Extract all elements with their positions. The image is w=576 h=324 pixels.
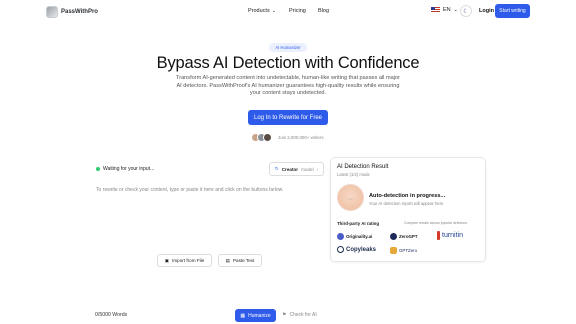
clipboard-icon: ▤ <box>225 257 230 263</box>
ai-humanizer-badge: AI Humanizer <box>269 43 307 52</box>
moon-icon: ☾ <box>463 8 469 15</box>
status-dot-icon <box>96 167 100 171</box>
detector-gptzero: GPTZero <box>390 247 417 254</box>
status-text: Waiting for your input... <box>103 166 155 172</box>
gptzero-logo-icon <box>390 247 397 254</box>
detector-zerogpt: ZeroGPT <box>390 233 418 240</box>
model-selector[interactable]: ↻ Creator model › <box>269 162 324 176</box>
copyleaks-logo-icon <box>337 246 344 253</box>
humanize-icon: ▦ <box>240 312 246 319</box>
page-title: Bypass AI Detection with Confidence <box>156 54 420 72</box>
detector-originality: Originality.ai <box>337 233 372 240</box>
chevron-right-icon: › <box>316 166 319 172</box>
import-label: Import from File <box>172 258 205 263</box>
nav-products-label: Products <box>248 8 270 14</box>
detector-label: Copyleaks <box>346 246 377 253</box>
import-file-button[interactable]: ▣ Import from File <box>157 254 212 267</box>
nav-products[interactable]: Products ⌄ <box>248 8 276 14</box>
zerogpt-logo-icon <box>390 233 397 240</box>
face-avatar-icon: ◡ <box>337 184 364 211</box>
detector-label: turnitin <box>442 232 464 239</box>
check-for-ai-button[interactable]: ⚑ Check for AI <box>282 312 317 318</box>
users-count-text: Join 2,000,000+ writers <box>278 135 324 140</box>
paste-text-button[interactable]: ▤ Paste Text <box>218 254 262 267</box>
nav-blog-label: Blog <box>318 8 330 14</box>
login-link[interactable]: Login <box>479 8 494 14</box>
us-flag-icon <box>431 7 440 13</box>
third-party-label: Third-party AI rating <box>337 221 380 226</box>
user-avatars <box>251 133 272 142</box>
detector-label: ZeroGPT <box>399 234 418 239</box>
chevron-down-icon: ⌄ <box>271 8 276 14</box>
paste-label: Paste Text <box>232 258 255 263</box>
humanize-button[interactable]: ▦ Humanize <box>235 309 276 322</box>
status-indicator: Waiting for your input... <box>96 166 154 172</box>
auto-detection-title: Auto-detection in progress... <box>369 193 446 199</box>
logo[interactable]: PassWithPro <box>46 6 98 18</box>
refresh-icon: ↻ <box>274 166 279 171</box>
language-label: EN <box>443 7 451 13</box>
detector-turnitin: turnitin <box>437 231 463 240</box>
start-writing-button[interactable]: Start writing <box>495 4 530 18</box>
third-party-note: Compare results across popular detectors <box>404 221 467 225</box>
avatar <box>263 133 272 142</box>
hero-subtitle: Transform AI-generated content into unde… <box>176 75 400 97</box>
detector-label: Originality.ai <box>346 234 373 239</box>
auto-detection-subtitle: Your AI detection report will appear her… <box>369 201 444 206</box>
login-rewrite-button[interactable]: Log In to Rewrite for Free <box>248 110 328 125</box>
nav-pricing[interactable]: Pricing <box>289 8 306 14</box>
chevron-down-icon: ⌄ <box>453 7 458 13</box>
model-label: Creator <box>281 166 299 172</box>
originality-logo-icon <box>337 233 344 240</box>
text-input-area[interactable]: To rewrite or check your content, type o… <box>96 187 283 193</box>
nav-blog[interactable]: Blog <box>318 8 329 14</box>
theme-toggle-button[interactable]: ☾ <box>460 5 472 17</box>
check-label: Check for AI <box>289 312 317 318</box>
flag-icon: ⚑ <box>282 312 287 318</box>
turnitin-logo-icon <box>437 231 440 240</box>
detector-label: GPTZero <box>399 248 418 253</box>
model-suffix: model <box>301 166 314 172</box>
result-subtitle: Latest (1/2) mode <box>337 172 370 177</box>
humanize-label: Humanize <box>248 312 271 319</box>
nav-pricing-label: Pricing <box>289 8 306 14</box>
logo-mark-icon <box>46 6 58 18</box>
file-icon: ▣ <box>164 257 170 263</box>
logo-text: PassWithPro <box>61 9 98 15</box>
detector-copyleaks: Copyleaks <box>337 246 376 253</box>
word-count: 0/5000 Words <box>95 312 128 318</box>
language-selector[interactable]: EN ⌄ <box>431 7 458 13</box>
result-title: AI Detection Result <box>337 164 389 170</box>
